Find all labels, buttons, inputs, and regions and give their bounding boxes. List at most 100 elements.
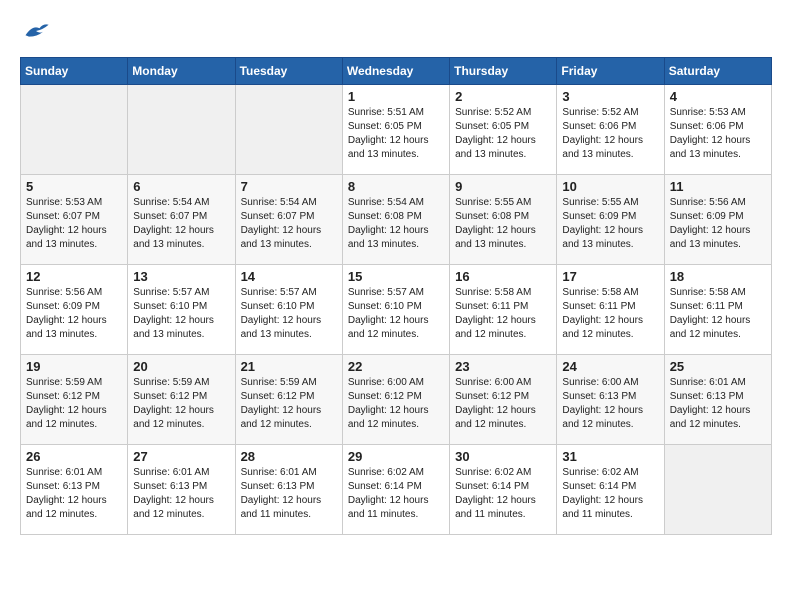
calendar-cell: 5 Sunrise: 5:53 AMSunset: 6:07 PMDayligh… bbox=[21, 175, 128, 265]
day-number: 13 bbox=[133, 269, 229, 284]
day-number: 28 bbox=[241, 449, 337, 464]
cell-info: Sunrise: 5:54 AMSunset: 6:07 PMDaylight:… bbox=[241, 196, 337, 252]
cell-info: Sunrise: 5:53 AMSunset: 6:06 PMDaylight:… bbox=[670, 106, 766, 162]
day-number: 5 bbox=[26, 179, 122, 194]
cell-info: Sunrise: 6:01 AMSunset: 6:13 PMDaylight:… bbox=[670, 376, 766, 432]
day-number: 11 bbox=[670, 179, 766, 194]
week-row-1: 1 Sunrise: 5:51 AMSunset: 6:05 PMDayligh… bbox=[21, 85, 772, 175]
cell-info: Sunrise: 5:52 AMSunset: 6:05 PMDaylight:… bbox=[455, 106, 551, 162]
day-number: 8 bbox=[348, 179, 444, 194]
calendar-cell: 11 Sunrise: 5:56 AMSunset: 6:09 PMDaylig… bbox=[664, 175, 771, 265]
calendar-cell: 3 Sunrise: 5:52 AMSunset: 6:06 PMDayligh… bbox=[557, 85, 664, 175]
calendar-cell: 27 Sunrise: 6:01 AMSunset: 6:13 PMDaylig… bbox=[128, 445, 235, 535]
day-number: 9 bbox=[455, 179, 551, 194]
calendar-cell: 24 Sunrise: 6:00 AMSunset: 6:13 PMDaylig… bbox=[557, 355, 664, 445]
cell-info: Sunrise: 6:01 AMSunset: 6:13 PMDaylight:… bbox=[26, 466, 122, 522]
page-header bbox=[20, 20, 772, 47]
calendar-table: SundayMondayTuesdayWednesdayThursdayFrid… bbox=[20, 57, 772, 535]
cell-info: Sunrise: 5:59 AMSunset: 6:12 PMDaylight:… bbox=[133, 376, 229, 432]
calendar-cell bbox=[235, 85, 342, 175]
week-row-2: 5 Sunrise: 5:53 AMSunset: 6:07 PMDayligh… bbox=[21, 175, 772, 265]
day-number: 4 bbox=[670, 89, 766, 104]
day-number: 3 bbox=[562, 89, 658, 104]
calendar-cell: 12 Sunrise: 5:56 AMSunset: 6:09 PMDaylig… bbox=[21, 265, 128, 355]
day-number: 29 bbox=[348, 449, 444, 464]
calendar-cell: 30 Sunrise: 6:02 AMSunset: 6:14 PMDaylig… bbox=[450, 445, 557, 535]
cell-info: Sunrise: 5:57 AMSunset: 6:10 PMDaylight:… bbox=[241, 286, 337, 342]
day-number: 26 bbox=[26, 449, 122, 464]
calendar-cell: 17 Sunrise: 5:58 AMSunset: 6:11 PMDaylig… bbox=[557, 265, 664, 355]
cell-info: Sunrise: 5:57 AMSunset: 6:10 PMDaylight:… bbox=[133, 286, 229, 342]
calendar-cell: 28 Sunrise: 6:01 AMSunset: 6:13 PMDaylig… bbox=[235, 445, 342, 535]
day-number: 17 bbox=[562, 269, 658, 284]
week-row-4: 19 Sunrise: 5:59 AMSunset: 6:12 PMDaylig… bbox=[21, 355, 772, 445]
day-number: 19 bbox=[26, 359, 122, 374]
calendar-cell: 8 Sunrise: 5:54 AMSunset: 6:08 PMDayligh… bbox=[342, 175, 449, 265]
cell-info: Sunrise: 5:59 AMSunset: 6:12 PMDaylight:… bbox=[241, 376, 337, 432]
col-header-wednesday: Wednesday bbox=[342, 58, 449, 85]
calendar-cell: 1 Sunrise: 5:51 AMSunset: 6:05 PMDayligh… bbox=[342, 85, 449, 175]
calendar-cell: 16 Sunrise: 5:58 AMSunset: 6:11 PMDaylig… bbox=[450, 265, 557, 355]
day-number: 18 bbox=[670, 269, 766, 284]
calendar-cell bbox=[128, 85, 235, 175]
logo-bird-icon bbox=[22, 20, 50, 42]
cell-info: Sunrise: 6:00 AMSunset: 6:12 PMDaylight:… bbox=[455, 376, 551, 432]
week-row-5: 26 Sunrise: 6:01 AMSunset: 6:13 PMDaylig… bbox=[21, 445, 772, 535]
calendar-cell: 29 Sunrise: 6:02 AMSunset: 6:14 PMDaylig… bbox=[342, 445, 449, 535]
cell-info: Sunrise: 6:02 AMSunset: 6:14 PMDaylight:… bbox=[562, 466, 658, 522]
calendar-cell: 23 Sunrise: 6:00 AMSunset: 6:12 PMDaylig… bbox=[450, 355, 557, 445]
cell-info: Sunrise: 6:02 AMSunset: 6:14 PMDaylight:… bbox=[455, 466, 551, 522]
day-number: 27 bbox=[133, 449, 229, 464]
cell-info: Sunrise: 5:55 AMSunset: 6:09 PMDaylight:… bbox=[562, 196, 658, 252]
calendar-cell: 18 Sunrise: 5:58 AMSunset: 6:11 PMDaylig… bbox=[664, 265, 771, 355]
cell-info: Sunrise: 5:58 AMSunset: 6:11 PMDaylight:… bbox=[670, 286, 766, 342]
calendar-cell: 14 Sunrise: 5:57 AMSunset: 6:10 PMDaylig… bbox=[235, 265, 342, 355]
day-number: 30 bbox=[455, 449, 551, 464]
calendar-cell: 10 Sunrise: 5:55 AMSunset: 6:09 PMDaylig… bbox=[557, 175, 664, 265]
col-header-tuesday: Tuesday bbox=[235, 58, 342, 85]
day-number: 14 bbox=[241, 269, 337, 284]
cell-info: Sunrise: 5:56 AMSunset: 6:09 PMDaylight:… bbox=[26, 286, 122, 342]
day-number: 7 bbox=[241, 179, 337, 194]
cell-info: Sunrise: 6:02 AMSunset: 6:14 PMDaylight:… bbox=[348, 466, 444, 522]
calendar-cell: 21 Sunrise: 5:59 AMSunset: 6:12 PMDaylig… bbox=[235, 355, 342, 445]
col-header-friday: Friday bbox=[557, 58, 664, 85]
calendar-cell: 13 Sunrise: 5:57 AMSunset: 6:10 PMDaylig… bbox=[128, 265, 235, 355]
cell-info: Sunrise: 5:52 AMSunset: 6:06 PMDaylight:… bbox=[562, 106, 658, 162]
cell-info: Sunrise: 5:55 AMSunset: 6:08 PMDaylight:… bbox=[455, 196, 551, 252]
day-number: 23 bbox=[455, 359, 551, 374]
cell-info: Sunrise: 5:54 AMSunset: 6:08 PMDaylight:… bbox=[348, 196, 444, 252]
day-number: 16 bbox=[455, 269, 551, 284]
week-row-3: 12 Sunrise: 5:56 AMSunset: 6:09 PMDaylig… bbox=[21, 265, 772, 355]
col-header-saturday: Saturday bbox=[664, 58, 771, 85]
cell-info: Sunrise: 5:58 AMSunset: 6:11 PMDaylight:… bbox=[562, 286, 658, 342]
day-number: 1 bbox=[348, 89, 444, 104]
cell-info: Sunrise: 6:00 AMSunset: 6:13 PMDaylight:… bbox=[562, 376, 658, 432]
day-number: 24 bbox=[562, 359, 658, 374]
calendar-cell: 25 Sunrise: 6:01 AMSunset: 6:13 PMDaylig… bbox=[664, 355, 771, 445]
calendar-cell: 4 Sunrise: 5:53 AMSunset: 6:06 PMDayligh… bbox=[664, 85, 771, 175]
calendar-cell: 22 Sunrise: 6:00 AMSunset: 6:12 PMDaylig… bbox=[342, 355, 449, 445]
calendar-cell: 20 Sunrise: 5:59 AMSunset: 6:12 PMDaylig… bbox=[128, 355, 235, 445]
cell-info: Sunrise: 6:00 AMSunset: 6:12 PMDaylight:… bbox=[348, 376, 444, 432]
day-number: 15 bbox=[348, 269, 444, 284]
calendar-cell: 15 Sunrise: 5:57 AMSunset: 6:10 PMDaylig… bbox=[342, 265, 449, 355]
col-header-monday: Monday bbox=[128, 58, 235, 85]
logo bbox=[20, 20, 50, 47]
col-header-thursday: Thursday bbox=[450, 58, 557, 85]
logo-text bbox=[20, 20, 50, 47]
cell-info: Sunrise: 5:51 AMSunset: 6:05 PMDaylight:… bbox=[348, 106, 444, 162]
calendar-cell: 2 Sunrise: 5:52 AMSunset: 6:05 PMDayligh… bbox=[450, 85, 557, 175]
calendar-cell: 9 Sunrise: 5:55 AMSunset: 6:08 PMDayligh… bbox=[450, 175, 557, 265]
day-number: 21 bbox=[241, 359, 337, 374]
calendar-cell: 31 Sunrise: 6:02 AMSunset: 6:14 PMDaylig… bbox=[557, 445, 664, 535]
day-number: 20 bbox=[133, 359, 229, 374]
calendar-cell: 26 Sunrise: 6:01 AMSunset: 6:13 PMDaylig… bbox=[21, 445, 128, 535]
cell-info: Sunrise: 5:59 AMSunset: 6:12 PMDaylight:… bbox=[26, 376, 122, 432]
col-header-sunday: Sunday bbox=[21, 58, 128, 85]
day-number: 22 bbox=[348, 359, 444, 374]
cell-info: Sunrise: 5:57 AMSunset: 6:10 PMDaylight:… bbox=[348, 286, 444, 342]
day-number: 10 bbox=[562, 179, 658, 194]
calendar-cell: 7 Sunrise: 5:54 AMSunset: 6:07 PMDayligh… bbox=[235, 175, 342, 265]
day-number: 6 bbox=[133, 179, 229, 194]
